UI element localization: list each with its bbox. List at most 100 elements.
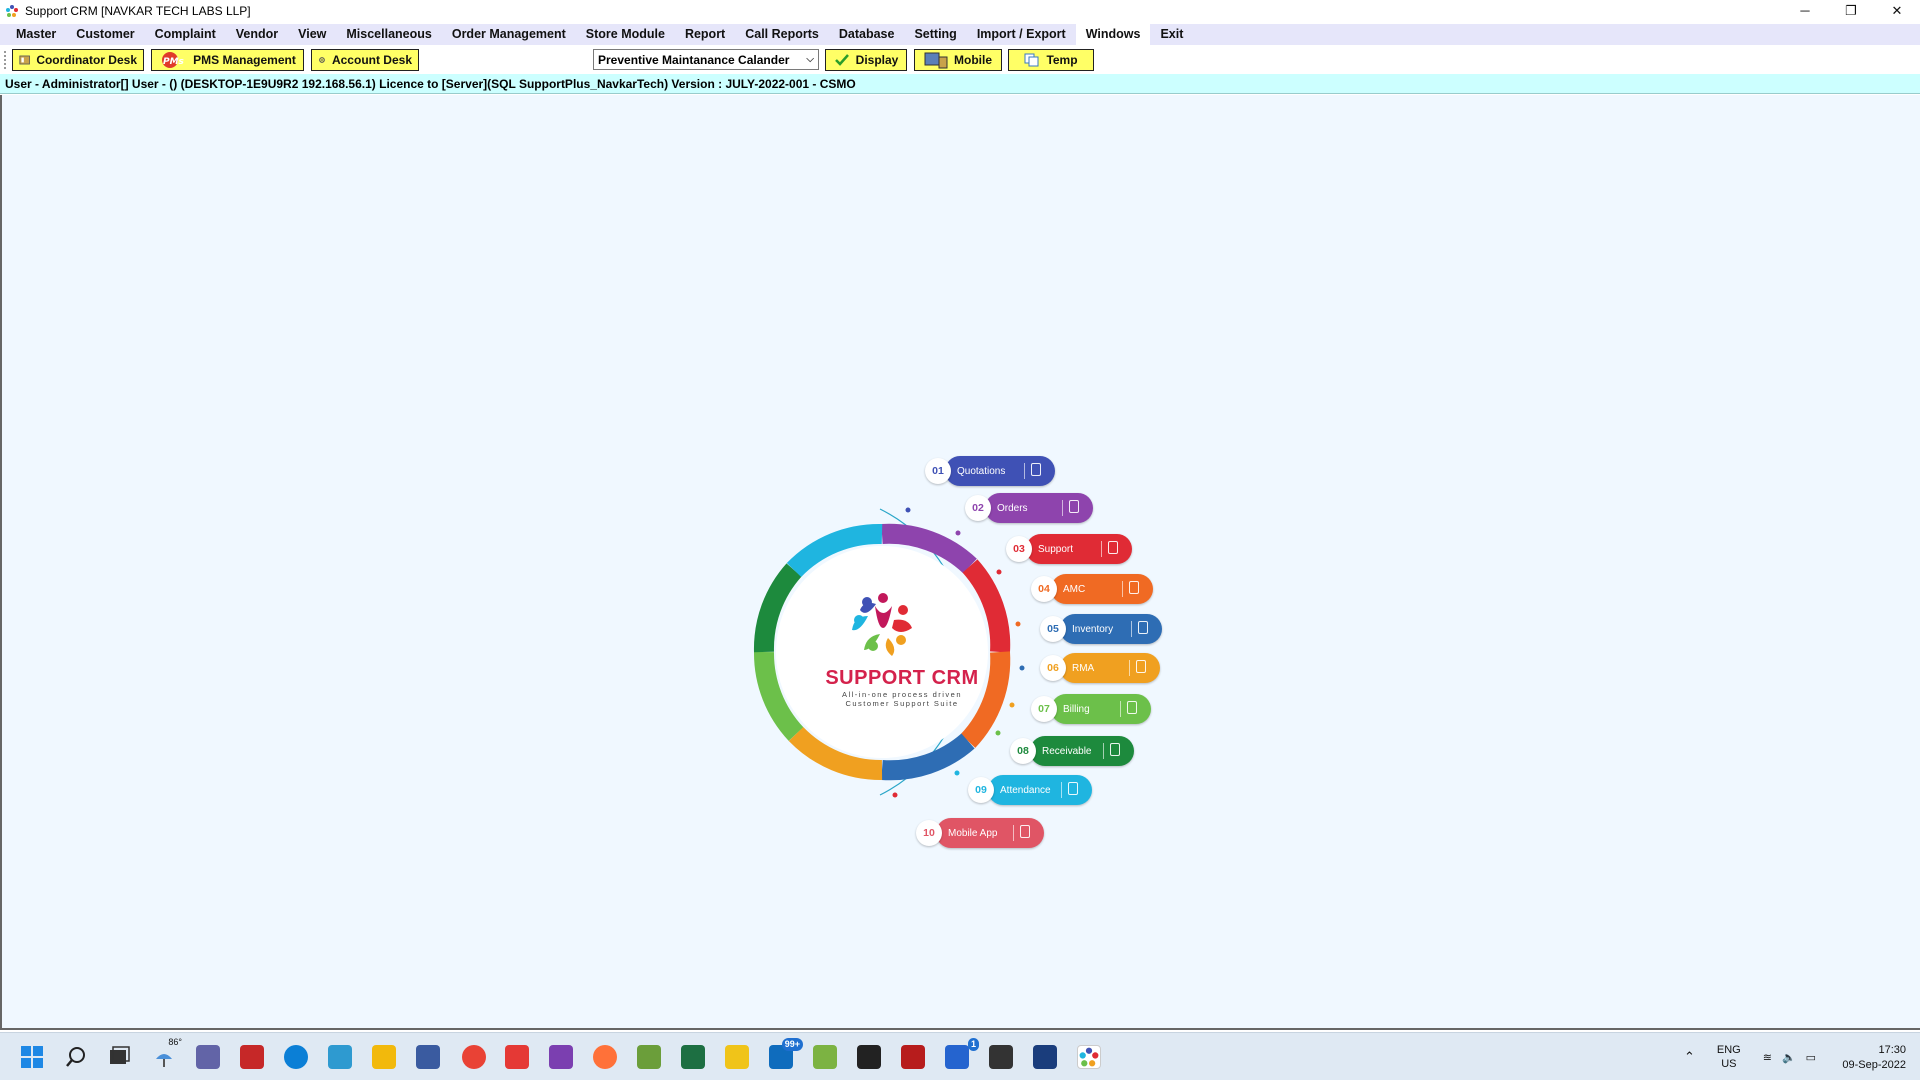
battery-icon[interactable]: ▭ bbox=[1806, 1051, 1816, 1064]
menu-store-module[interactable]: Store Module bbox=[576, 24, 675, 45]
module-label: Mobile App bbox=[948, 827, 998, 839]
module-label: AMC bbox=[1063, 583, 1086, 595]
mobile-label: Mobile bbox=[954, 53, 992, 67]
pms-management-button[interactable]: PMs PMS Management bbox=[151, 49, 304, 71]
visual-studio-icon[interactable] bbox=[549, 1045, 573, 1069]
calendar-select-value: Preventive Maintanance Calander bbox=[598, 52, 790, 67]
menu-vendor[interactable]: Vendor bbox=[226, 24, 288, 45]
account-desk-button[interactable]: Account Desk bbox=[311, 49, 419, 71]
menu-master[interactable]: Master bbox=[6, 24, 66, 45]
menu-import-export[interactable]: Import / Export bbox=[967, 24, 1076, 45]
module-number: 06 bbox=[1040, 655, 1066, 681]
module-label: Inventory bbox=[1072, 623, 1114, 635]
system-tray: ⌃ ENG US ≊ 🔈 ▭ bbox=[1684, 1033, 1816, 1080]
display-button[interactable]: Display bbox=[825, 49, 907, 71]
menu-database[interactable]: Database bbox=[829, 24, 905, 45]
status-bar: User - Administrator[] User - () (DESKTO… bbox=[0, 74, 1920, 94]
wifi-icon[interactable]: ≊ bbox=[1763, 1051, 1772, 1064]
billing-icon bbox=[1120, 701, 1141, 717]
menu-bar: Master Customer Complaint Vendor View Mi… bbox=[0, 24, 1920, 45]
photo-viewer-icon[interactable] bbox=[989, 1045, 1013, 1069]
menu-call-reports[interactable]: Call Reports bbox=[735, 24, 829, 45]
anydesk-icon[interactable] bbox=[505, 1045, 529, 1069]
temp-label: Temp bbox=[1046, 53, 1078, 67]
module-quotations[interactable]: 01 Quotations bbox=[925, 456, 1055, 486]
module-attendance[interactable]: 09 Attendance bbox=[968, 775, 1092, 805]
sticky-notes-icon[interactable] bbox=[857, 1045, 881, 1069]
menu-exit[interactable]: Exit bbox=[1150, 24, 1193, 45]
module-support[interactable]: 03 Support bbox=[1006, 534, 1132, 564]
menu-customer[interactable]: Customer bbox=[66, 24, 144, 45]
todo-icon[interactable]: 1 bbox=[945, 1038, 979, 1069]
support-crm-taskbar-icon[interactable] bbox=[1077, 1045, 1101, 1069]
svg-text:PMs: PMs bbox=[163, 57, 185, 67]
teams-icon[interactable] bbox=[196, 1045, 220, 1069]
filezilla-icon[interactable] bbox=[901, 1045, 925, 1069]
calendar-select[interactable]: Preventive Maintanance Calander ⌵ bbox=[593, 49, 819, 70]
snipping-tool-icon[interactable] bbox=[328, 1045, 352, 1069]
menu-setting[interactable]: Setting bbox=[904, 24, 966, 45]
toolbar-grip[interactable] bbox=[4, 51, 7, 69]
search-icon[interactable] bbox=[64, 1045, 88, 1069]
module-billing[interactable]: 07 Billing bbox=[1031, 694, 1151, 724]
menu-miscellaneous[interactable]: Miscellaneous bbox=[336, 24, 441, 45]
module-receivable[interactable]: 08 Receivable bbox=[1010, 736, 1134, 766]
language-line-2: US bbox=[1721, 1058, 1737, 1070]
clock-date: 09-Sep-2022 bbox=[1842, 1059, 1906, 1071]
mobile-button[interactable]: Mobile bbox=[914, 49, 1002, 71]
restore-button[interactable]: ❐ bbox=[1828, 0, 1874, 21]
logo-subtitle-2: Customer Support Suite bbox=[845, 699, 959, 708]
module-orders[interactable]: 02 Orders bbox=[965, 493, 1093, 523]
weather-widget[interactable]: 86° bbox=[152, 1037, 182, 1069]
clock[interactable]: 17:30 09-Sep-2022 bbox=[1842, 1043, 1906, 1073]
excel-icon[interactable] bbox=[681, 1045, 705, 1069]
module-number: 08 bbox=[1010, 738, 1036, 764]
folder-icon[interactable] bbox=[725, 1045, 749, 1069]
module-label: Support bbox=[1038, 543, 1074, 555]
module-number: 04 bbox=[1031, 576, 1057, 602]
contract-icon bbox=[1122, 581, 1143, 597]
chrome-browser-icon[interactable] bbox=[462, 1045, 486, 1069]
close-button[interactable]: ✕ bbox=[1874, 0, 1920, 21]
clock-time: 17:30 bbox=[1878, 1044, 1906, 1056]
display-label: Display bbox=[855, 53, 899, 67]
pdf-reader-icon[interactable] bbox=[240, 1045, 264, 1069]
outlook-icon[interactable]: 99+ bbox=[769, 1038, 803, 1069]
minimize-button[interactable]: ─ bbox=[1782, 0, 1828, 21]
remote-desktop-icon[interactable] bbox=[1033, 1045, 1057, 1069]
title-bar: Support CRM [NAVKAR TECH LABS LLP] ─ ❐ ✕ bbox=[0, 0, 1920, 21]
volume-icon[interactable]: 🔈 bbox=[1782, 1051, 1796, 1064]
module-inventory[interactable]: 05 Inventory bbox=[1040, 614, 1162, 644]
pms-icon: PMs bbox=[162, 52, 185, 68]
network-app-icon[interactable] bbox=[416, 1045, 440, 1069]
edge-browser-icon[interactable] bbox=[284, 1045, 308, 1069]
module-mobile-app[interactable]: 10 Mobile App bbox=[916, 818, 1044, 848]
chevron-up-icon[interactable]: ⌃ bbox=[1684, 1049, 1695, 1065]
menu-order-management[interactable]: Order Management bbox=[442, 24, 576, 45]
module-rma[interactable]: 06 RMA bbox=[1040, 653, 1160, 683]
main-client-area: SUPPORT CRM All-in-one process driven Cu… bbox=[0, 95, 1920, 1030]
temp-button[interactable]: Temp bbox=[1008, 49, 1094, 71]
start-icon[interactable] bbox=[20, 1045, 44, 1069]
firefox-browser-icon[interactable] bbox=[593, 1045, 617, 1069]
weather-temp: 86° bbox=[168, 1037, 182, 1047]
file-explorer-icon[interactable] bbox=[372, 1045, 396, 1069]
menu-windows[interactable]: Windows bbox=[1075, 24, 1151, 45]
coordinator-desk-button[interactable]: Coordinator Desk bbox=[12, 49, 144, 71]
weather-icon bbox=[156, 1054, 172, 1067]
mobile-icon bbox=[924, 52, 948, 69]
language-line-1: ENG bbox=[1716, 1044, 1741, 1056]
bluestacks-icon[interactable] bbox=[813, 1045, 837, 1069]
pms-management-label: PMS Management bbox=[193, 53, 296, 67]
menu-complaint[interactable]: Complaint bbox=[145, 24, 226, 45]
task-view-icon[interactable] bbox=[107, 1045, 131, 1069]
module-amc[interactable]: 04 AMC bbox=[1031, 574, 1153, 604]
coordinator-desk-label: Coordinator Desk bbox=[36, 53, 137, 67]
language-indicator[interactable]: ENG US bbox=[1717, 1043, 1741, 1071]
attendance-icon bbox=[1061, 782, 1082, 798]
menu-report[interactable]: Report bbox=[675, 24, 735, 45]
notepad-icon[interactable] bbox=[637, 1045, 661, 1069]
menu-view[interactable]: View bbox=[288, 24, 336, 45]
rma-icon bbox=[1129, 660, 1150, 676]
mobile-app-icon bbox=[1013, 825, 1034, 841]
